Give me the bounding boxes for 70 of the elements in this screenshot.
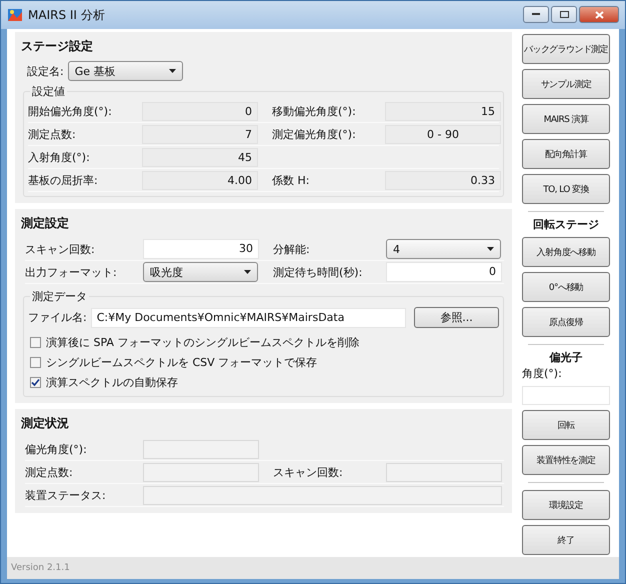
angle-input-field[interactable] [522, 386, 610, 405]
checkbox[interactable] [30, 336, 41, 348]
field-label: 測定待ち時間(秒): [273, 264, 364, 280]
input-field[interactable]: 30 [143, 239, 259, 259]
file-path-field[interactable]: C:¥My Documents¥Omnic¥MAIRS¥MairsData [90, 308, 406, 328]
field-label: 移動偏光角度(°): [272, 104, 357, 118]
section-title: ステージ設定 [21, 38, 94, 55]
field-label: 測定点数: [28, 126, 77, 142]
action-button[interactable]: MAIRS 演算 [522, 104, 610, 134]
field-label: スキャン回数: [25, 242, 96, 256]
checkbox[interactable] [30, 376, 41, 388]
action-button[interactable]: TO, LO 変換 [522, 174, 610, 204]
field-label: 出力フォーマット: [25, 264, 118, 280]
field-label: 入射角度(°): [28, 150, 91, 164]
field-label: スキャン回数: [273, 464, 344, 480]
action-button[interactable]: 環境設定 [522, 490, 610, 520]
section-title: 測定設定 [21, 215, 70, 232]
dropdown-arrow-icon [168, 69, 176, 73]
action-button[interactable]: 回転 [522, 410, 610, 440]
field-label: ファイル名: [28, 310, 87, 325]
field-label: 分解能: [273, 242, 311, 256]
action-button[interactable]: 原点復帰 [522, 307, 610, 337]
dropdown-arrow-icon [487, 247, 494, 251]
group-title: 設定値 [30, 84, 67, 99]
close-button[interactable] [579, 6, 619, 23]
field-label: 設定名: [27, 64, 64, 78]
action-button[interactable]: 配向角計算 [522, 139, 610, 169]
maximize-icon [560, 11, 568, 18]
input-field[interactable]: 0 [386, 262, 502, 282]
readonly-field: 0 [142, 102, 258, 120]
close-icon [594, 10, 604, 18]
app-icon [7, 7, 23, 23]
section-title: 測定状況 [21, 415, 70, 432]
action-button[interactable]: サンプル測定 [522, 69, 610, 99]
dropdown-arrow-icon [244, 270, 251, 274]
maximize-button[interactable] [551, 6, 577, 23]
minimize-button[interactable] [523, 6, 549, 23]
group-title: 測定データ [30, 289, 89, 304]
checkbox-label: 演算後に SPA フォーマットのシングルビームスペクトルを削除 [46, 334, 360, 350]
action-button[interactable]: 終了 [522, 525, 610, 555]
checkbox[interactable] [30, 356, 41, 368]
checkbox-label: 演算スペクトルの自動保存 [46, 374, 178, 390]
readonly-field: 15 [385, 102, 501, 120]
field-label: 角度(°): [522, 366, 563, 381]
action-button[interactable]: 0°へ移動 [522, 272, 610, 302]
field-label: 偏光角度(°): [25, 442, 88, 456]
action-button[interactable]: 装置特性を測定 [522, 445, 610, 475]
window-title: MAIRS II 分析 [28, 6, 106, 24]
checkbox-label: シングルビームスペクトルを CSV フォーマットで保存 [46, 354, 318, 370]
dropdown[interactable]: 4 [386, 239, 501, 259]
minimize-icon [532, 13, 540, 16]
field-label: 基板の屈折率: [28, 172, 99, 188]
group-heading: 回転ステージ [532, 217, 600, 232]
field-label: 係数 H: [272, 172, 310, 188]
field-label: 開始偏光角度(°): [28, 104, 113, 118]
action-button[interactable]: バックグラウンド測定 [522, 34, 610, 64]
readonly-field: 0.33 [385, 170, 501, 190]
readonly-field: 4.00 [142, 170, 258, 190]
field-label: 装置ステータス: [25, 488, 107, 502]
group-heading: 偏光子 [548, 350, 584, 365]
field-label: 測定偏光角度(°): [272, 126, 357, 142]
browse-button[interactable]: 参照... [414, 307, 499, 328]
readonly-field: 0 - 90 [385, 124, 501, 144]
dropdown[interactable]: 吸光度 [143, 262, 258, 282]
readonly-field: 7 [142, 124, 258, 144]
setting-name-dropdown[interactable]: Ge 基板 [68, 61, 183, 81]
field-label: 測定点数: [25, 464, 74, 480]
version-text: Version 2.1.1 [11, 563, 70, 573]
readonly-field: 45 [142, 148, 258, 166]
action-button[interactable]: 入射角度へ移動 [522, 237, 610, 267]
